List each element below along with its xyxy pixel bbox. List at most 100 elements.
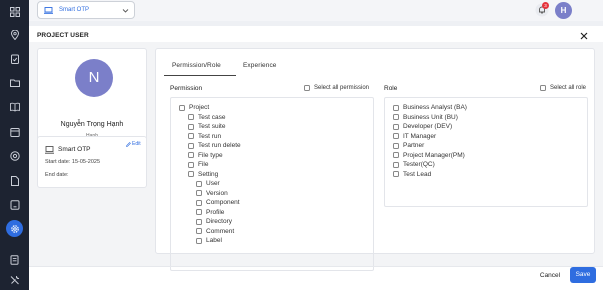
- chevron-down-icon: [122, 9, 129, 13]
- permission-label: File: [198, 161, 209, 168]
- role-label: Project Manager(PM): [403, 151, 465, 159]
- role-checkbox[interactable]: [393, 123, 399, 130]
- permission-checkbox[interactable]: [196, 190, 202, 196]
- permission-checkbox[interactable]: [196, 199, 202, 206]
- permission-label: Profile: [206, 208, 225, 216]
- close-icon[interactable]: [579, 31, 589, 41]
- project-card-name: Smart OTP: [58, 146, 91, 153]
- permission-item[interactable]: Test case: [188, 114, 225, 121]
- permission-item[interactable]: Version: [196, 190, 228, 197]
- modal-title: PROJECT USER: [37, 32, 89, 39]
- edit-label: Edit: [132, 141, 141, 147]
- permission-checkbox[interactable]: [188, 133, 194, 139]
- tablet-icon[interactable]: [7, 197, 22, 212]
- document-icon[interactable]: [7, 173, 22, 188]
- permission-item[interactable]: Project: [179, 104, 209, 111]
- user-avatar[interactable]: H: [555, 2, 572, 19]
- role-item[interactable]: Project Manager(PM): [393, 152, 465, 159]
- role-label: Developer (DEV): [403, 123, 453, 130]
- permission-item[interactable]: User: [196, 180, 220, 187]
- permission-item[interactable]: Test run: [188, 133, 221, 140]
- permission-label: Test suite: [198, 123, 226, 130]
- cancel-button[interactable]: Cancel: [533, 269, 567, 283]
- permission-item[interactable]: Profile: [196, 209, 224, 216]
- select-all-role[interactable]: Select all role: [540, 85, 586, 91]
- permission-label: Test case: [198, 113, 226, 121]
- select-all-role-checkbox[interactable]: [540, 85, 546, 91]
- select-all-permission-label: Select all permission: [314, 85, 370, 91]
- role-item[interactable]: Test Lead: [393, 171, 431, 178]
- permission-checkbox[interactable]: [188, 142, 194, 149]
- save-button[interactable]: Save: [570, 267, 596, 283]
- permission-checkbox[interactable]: [188, 114, 194, 120]
- role-item[interactable]: Developer (DEV): [393, 123, 452, 130]
- role-item[interactable]: IT Manager: [393, 133, 436, 140]
- role-label: Tester(QC): [403, 161, 435, 168]
- select-all-permission[interactable]: Select all permission: [304, 85, 369, 91]
- role-checkbox[interactable]: [393, 142, 399, 149]
- permission-item[interactable]: Test run delete: [188, 142, 241, 149]
- permission-item[interactable]: File: [188, 161, 208, 168]
- dashboard-grid-icon[interactable]: [7, 4, 22, 19]
- permission-item[interactable]: Label: [196, 237, 222, 244]
- role-label: IT Manager: [403, 132, 437, 140]
- permission-checkbox[interactable]: [196, 218, 202, 225]
- permission-item[interactable]: Directory: [196, 218, 232, 225]
- permission-item[interactable]: Setting: [188, 171, 218, 178]
- tab-experience[interactable]: Experience: [243, 62, 277, 69]
- project-end-date: End date:: [45, 172, 69, 178]
- permission-item[interactable]: Test suite: [188, 123, 225, 130]
- permission-label: Directory: [206, 218, 233, 225]
- permission-label: Component: [206, 199, 240, 206]
- role-checkbox[interactable]: [393, 104, 399, 111]
- role-checkbox[interactable]: [393, 133, 399, 139]
- permission-checkbox[interactable]: [188, 152, 194, 158]
- folder-icon[interactable]: [7, 75, 22, 90]
- role-checkbox[interactable]: [393, 161, 399, 168]
- target-icon[interactable]: [7, 148, 22, 163]
- report-list-icon[interactable]: [7, 252, 22, 267]
- project-user-modal: PROJECT USER N Nguyễn Trọng Hạnh Hạnh Sm…: [29, 26, 603, 290]
- permission-label: User: [206, 180, 220, 187]
- role-item[interactable]: Business Unit (BU): [393, 114, 458, 121]
- edit-button[interactable]: Edit: [126, 141, 141, 147]
- role-label: Partner: [403, 142, 425, 149]
- permission-role-panel: Permission/Role Experience Permission Se…: [155, 48, 595, 271]
- permission-checkbox[interactable]: [196, 228, 202, 234]
- permission-checkbox[interactable]: [188, 123, 194, 130]
- permission-checkbox[interactable]: [188, 161, 194, 168]
- permission-checkbox[interactable]: [196, 209, 202, 215]
- permission-label: Project: [189, 104, 210, 111]
- tools-icon[interactable]: [7, 272, 22, 287]
- laptop-icon: [45, 146, 54, 154]
- permission-label: Test run: [198, 132, 222, 140]
- role-checkbox[interactable]: [393, 171, 399, 177]
- permission-label: Test run delete: [198, 142, 241, 149]
- role-item[interactable]: Partner: [393, 142, 424, 149]
- permission-item[interactable]: Comment: [196, 228, 234, 235]
- permission-checkbox[interactable]: [196, 237, 202, 244]
- permission-item[interactable]: File type: [188, 152, 223, 159]
- active-tab-indicator: [164, 75, 236, 76]
- project-select-value: Smart OTP: [59, 7, 90, 13]
- permission-tree: Project Test case Test suite Test run Test r…: [170, 97, 374, 271]
- role-checkbox[interactable]: [393, 114, 399, 120]
- tab-permission-role[interactable]: Permission/Role: [172, 62, 221, 69]
- role-checkbox[interactable]: [393, 152, 399, 158]
- role-item[interactable]: Business Analyst (BA): [393, 104, 467, 111]
- settings-gear-icon[interactable]: [6, 220, 23, 237]
- select-all-permission-checkbox[interactable]: [304, 85, 310, 91]
- role-item[interactable]: Tester(QC): [393, 161, 435, 168]
- book-open-icon[interactable]: [7, 99, 22, 114]
- calendar-icon[interactable]: [7, 124, 22, 139]
- project-start-date: Start date: 15-05-2025: [45, 159, 101, 165]
- project-select-dropdown[interactable]: Smart OTP: [37, 1, 135, 19]
- role-label: Test Lead: [403, 170, 432, 178]
- location-pin-icon[interactable]: [7, 27, 22, 42]
- clipboard-check-icon[interactable]: [7, 51, 22, 66]
- permission-checkbox[interactable]: [188, 171, 194, 177]
- permission-label: Setting: [198, 170, 219, 178]
- permission-item[interactable]: Component: [196, 199, 240, 206]
- permission-checkbox[interactable]: [179, 104, 185, 111]
- permission-checkbox[interactable]: [196, 180, 202, 187]
